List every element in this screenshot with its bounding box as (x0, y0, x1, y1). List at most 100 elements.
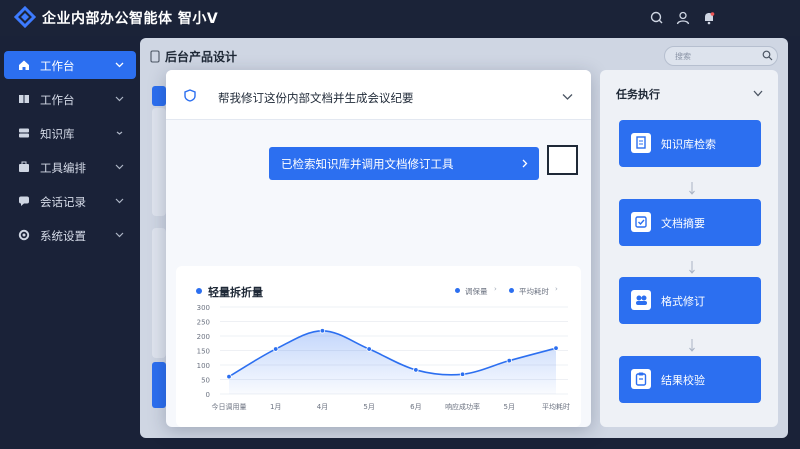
sidebar: 工作台 工作台 知识库 工具编排 会话记录 系统设置 (0, 44, 140, 449)
background-card (152, 108, 166, 216)
series-area (229, 330, 556, 394)
chevron-right-icon (522, 159, 528, 168)
x-tick-label: 5月 (504, 403, 515, 411)
y-tick-label: 100 (197, 362, 210, 370)
y-tick-label: 50 (201, 377, 210, 385)
sidebar-item-system-settings[interactable]: 系统设置 (4, 221, 136, 249)
data-point (459, 371, 466, 377)
data-point (553, 345, 559, 351)
legend-marker (455, 288, 460, 293)
sidebar-item-label: 知识库 (40, 127, 75, 141)
sidebar-item-label: 系统设置 (40, 229, 86, 243)
x-tick-label: 平均耗时 (542, 402, 570, 411)
clipboard-icon (631, 369, 651, 389)
empty-checkbox[interactable] (547, 145, 578, 175)
arrow-down-icon (689, 261, 695, 274)
document-icon (150, 50, 160, 63)
sidebar-item-workbench-2[interactable]: 工作台 (4, 85, 136, 113)
document-icon (631, 133, 651, 153)
task-step-label: 格式修订 (661, 295, 705, 308)
sidebar-item-label: 工具编排 (40, 161, 86, 175)
data-point (273, 346, 279, 352)
chevron-down-icon (116, 131, 123, 135)
data-point (506, 357, 512, 364)
task-step-label: 知识库检索 (661, 138, 716, 151)
home-icon (19, 60, 29, 70)
chevron-down-icon (115, 96, 124, 102)
chevron-right-icon: › (555, 285, 558, 293)
assistant-dialog: 帮我修订这份内部文档并生成会议纪要 已检索知识库并调用文档修订工具 轻量拆折量 … (166, 70, 591, 427)
dialog-title: 帮我修订这份内部文档并生成会议纪要 (218, 91, 414, 105)
data-point (366, 346, 372, 352)
y-tick-label: 0 (206, 391, 210, 399)
x-tick-label: 响应成功率 (445, 402, 480, 411)
arrow-down-icon (689, 182, 695, 195)
task-step-label: 文档摘要 (661, 217, 705, 230)
data-point (226, 373, 232, 380)
app-logo-icon (14, 6, 36, 28)
book-icon (19, 95, 29, 103)
background-card (152, 228, 166, 358)
chevron-right-icon: › (494, 285, 497, 293)
chevron-down-icon (115, 232, 124, 238)
top-bar: 企业内部办公智能体 智小V (0, 0, 800, 36)
retrieval-result-button[interactable]: 已检索知识库并调用文档修订工具 (269, 147, 539, 180)
legend-item[interactable]: 平均耗时 (519, 286, 549, 297)
retrieval-result-label: 已检索知识库并调用文档修订工具 (281, 157, 454, 171)
toolbox-icon (19, 161, 29, 172)
sidebar-item-knowledge-base[interactable]: 知识库 (4, 119, 136, 147)
x-tick-label: 6月 (410, 403, 421, 411)
arrow-down-icon (689, 339, 695, 352)
page-title: 后台产品设计 (165, 50, 238, 64)
chevron-down-icon[interactable] (562, 93, 573, 101)
task-execution-panel: 任务执行 知识库检索 文档摘要 格式修订 结果校验 (600, 70, 778, 427)
search-input[interactable]: 搜索 (664, 46, 778, 66)
sidebar-item-label: 工作台 (40, 59, 75, 73)
chevron-down-icon (115, 164, 124, 170)
chart-card: 轻量拆折量 调保量 › 平均耗时 › 0 50 100 150 200 250 300 今日调… (176, 266, 581, 427)
x-tick-label: 今日调用量 (212, 402, 247, 411)
sidebar-item-label: 会话记录 (40, 195, 86, 209)
y-tick-label: 200 (197, 333, 210, 341)
dialog-header[interactable]: 帮我修订这份内部文档并生成会议纪要 (166, 70, 591, 120)
chevron-down-icon (115, 198, 124, 204)
settings-icon (18, 229, 30, 241)
bell-icon[interactable] (700, 9, 718, 27)
user-icon[interactable] (674, 9, 692, 27)
task-step-knowledge-retrieval[interactable]: 知识库检索 (619, 120, 761, 167)
sidebar-item-label: 工作台 (40, 93, 75, 107)
chart-title-dot (196, 288, 202, 294)
data-point (319, 328, 326, 334)
task-step-document-summary[interactable]: 文档摘要 (619, 199, 761, 246)
x-tick-label: 1月 (270, 403, 281, 411)
y-tick-label: 300 (197, 304, 210, 312)
task-step-result-verification[interactable]: 结果校验 (619, 356, 761, 403)
sidebar-item-workbench[interactable]: 工作台 (4, 51, 136, 79)
sidebar-item-chat-history[interactable]: 会话记录 (4, 187, 136, 215)
sidebar-item-tool-orchestration[interactable]: 工具编排 (4, 153, 136, 181)
background-button (152, 86, 166, 106)
search-icon[interactable] (648, 9, 666, 27)
chevron-down-icon (115, 62, 124, 68)
chat-icon (19, 196, 29, 206)
background-button (152, 362, 166, 408)
legend-marker (509, 288, 514, 293)
x-tick-label: 4月 (317, 403, 328, 411)
task-step-label: 结果校验 (661, 374, 705, 387)
users-icon (631, 290, 651, 310)
chart-title: 轻量拆折量 (208, 286, 263, 299)
app-title: 企业内部办公智能体 智小V (42, 11, 219, 27)
database-icon (19, 128, 29, 138)
checklist-icon (631, 212, 651, 232)
line-chart: 0 50 100 150 200 250 300 今日调用量 1月 4月 5月 6月 响应成功率 5月 平均… (197, 304, 570, 411)
data-point (413, 367, 419, 373)
y-tick-label: 250 (197, 319, 210, 327)
x-tick-label: 5月 (363, 403, 374, 411)
task-step-format-revision[interactable]: 格式修订 (619, 277, 761, 324)
task-panel-title: 任务执行 (616, 88, 660, 101)
y-tick-label: 150 (197, 348, 210, 356)
search-icon[interactable] (762, 50, 773, 61)
legend-item[interactable]: 调保量 (465, 286, 488, 297)
chevron-down-icon[interactable] (753, 90, 763, 97)
shield-icon (184, 89, 196, 102)
